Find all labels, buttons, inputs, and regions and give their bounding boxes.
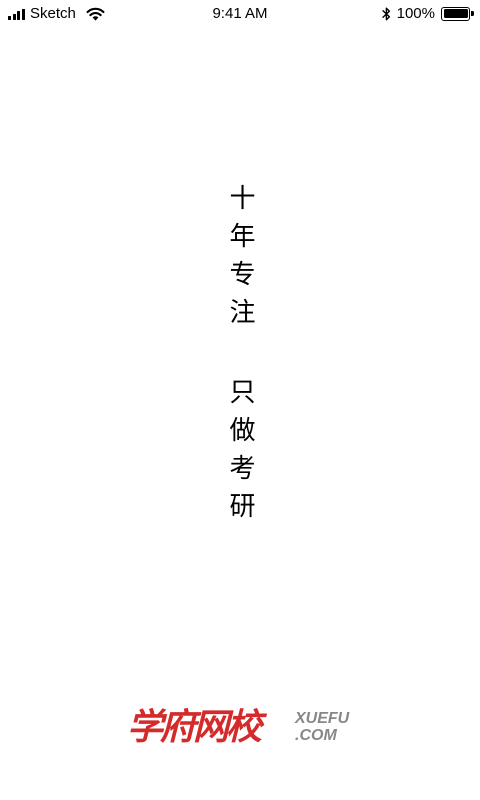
logo-domain-bottom: .COM bbox=[295, 727, 337, 744]
status-bar: Sketch 9:41 AM 100% bbox=[0, 0, 480, 28]
battery-cap bbox=[471, 11, 474, 16]
battery-level-fill bbox=[443, 9, 468, 18]
logo-chinese-name: 学府网校 bbox=[127, 707, 262, 748]
slogan: 十年专注 只做考研 bbox=[220, 184, 260, 530]
slogan-line-2: 只做考研 bbox=[225, 378, 255, 530]
status-bar-right: 100% bbox=[381, 5, 474, 22]
logo-domain: XUEFU .COM bbox=[295, 710, 349, 744]
battery-percentage: 100% bbox=[396, 5, 435, 22]
bluetooth-icon bbox=[381, 7, 390, 20]
slogan-line-1: 十年专注 bbox=[225, 184, 255, 336]
logo-domain-top: XUEFU bbox=[295, 710, 350, 727]
battery-icon bbox=[441, 6, 474, 21]
brand-logo: 学府网校 XUEFU .COM bbox=[127, 706, 357, 754]
